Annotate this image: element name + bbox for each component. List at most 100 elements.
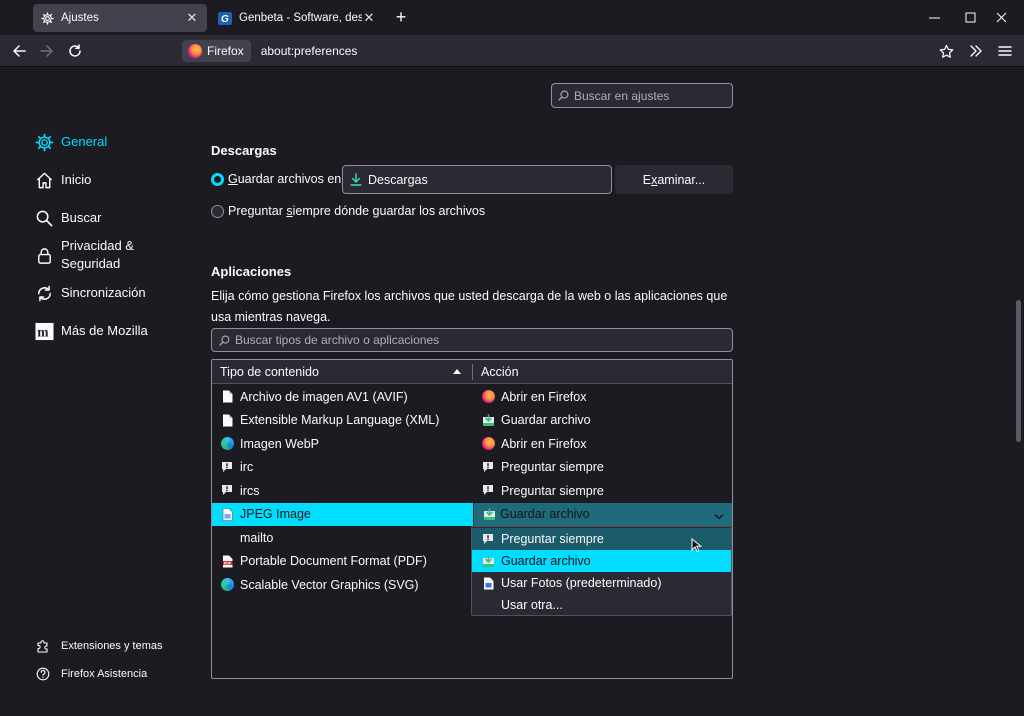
image-file-icon [220,507,234,521]
column-header-action[interactable]: Acción [481,360,519,384]
edge-icon [220,578,234,592]
browse-button[interactable]: Examinar... [615,165,733,194]
pdf-icon: PDF [220,554,234,568]
action-cell[interactable]: Preguntar siempre [481,479,731,503]
table-row[interactable]: Archivo de imagen AV1 (AVIF) Abrir en Fi… [212,385,732,409]
sidebar-item-buscar[interactable]: Buscar [34,208,101,228]
menu-item-use-other[interactable]: Usar otra... [472,594,731,616]
download-folder-field[interactable]: Descargas [342,165,612,194]
ask-icon [481,460,495,474]
minimize-button[interactable] [922,6,946,28]
action-label: Preguntar siempre [501,460,604,475]
svg-text:G: G [221,14,229,25]
close-icon[interactable]: ✕ [362,10,376,26]
content-type-cell: ircs [220,479,472,503]
preferences-content: Buscar en ajustes General Inicio Buscar … [0,68,1013,716]
table-row[interactable]: irc Preguntar siempre [212,456,732,480]
file-icon [220,390,234,404]
reload-button[interactable] [64,40,86,62]
table-row[interactable]: Extensible Markup Language (XML) Guardar… [212,409,732,433]
sidebar-item-mozilla[interactable]: m Más de Mozilla [34,321,148,341]
arrow-right-icon [40,45,53,57]
bookmark-star-button[interactable] [935,40,957,62]
blank-icon [481,598,495,612]
content-type-label: Archivo de imagen AV1 (AVIF) [240,389,408,404]
sidebar-item-general[interactable]: General [34,132,107,152]
table-row[interactable]: ircs Preguntar siempre [212,479,732,503]
overflow-menu-button[interactable] [965,40,987,62]
content-type-label: irc [240,460,254,475]
action-dropdown[interactable]: Guardar archivo [473,502,732,526]
search-icon [558,90,569,101]
content-type-cell: Scalable Vector Graphics (SVG) [220,573,472,597]
edge-icon [220,437,234,451]
url-text[interactable]: about:preferences [261,44,358,58]
sidebar-footer-extensions[interactable]: Extensiones y temas [36,639,163,653]
photos-icon [481,576,495,590]
menu-item-label: Preguntar siempre [501,532,604,546]
app-menu-button[interactable] [994,40,1016,62]
url-bar[interactable]: Firefox about:preferences [182,38,962,64]
scrollbar-thumb[interactable] [1016,300,1021,442]
sidebar-item-inicio[interactable]: Inicio [34,170,91,190]
save-files-radio[interactable] [211,172,224,186]
action-cell[interactable]: Abrir en Firefox [481,385,731,409]
navigation-toolbar: Firefox about:preferences [0,35,1024,67]
sidebar-item-label: Inicio [61,172,92,187]
sidebar-footer-support[interactable]: Firefox Asistencia [36,667,147,681]
downloads-heading: Descargas [211,143,277,158]
column-header-label: Acción [481,365,519,379]
sidebar-item-sincronizacion[interactable]: Sincronización [34,283,146,303]
close-window-button[interactable] [989,6,1013,28]
content-type-cell: JPEG Image [220,503,472,527]
tab-ajustes[interactable]: Ajustes ✕ [33,4,207,32]
page-scrollbar[interactable] [1013,68,1024,716]
search-settings-input[interactable]: Buscar en ajustes [551,83,733,108]
menu-item-label: Usar Fotos (predeterminado) [501,576,662,590]
table-row[interactable]: Imagen WebP Abrir en Firefox [212,432,732,456]
download-arrow-icon [350,173,362,186]
tab-genbeta[interactable]: G Genbeta - Software, descargas, ✕ [210,4,384,32]
always-ask-label: Preguntar siempre dónde guardar los arch… [228,204,485,218]
action-cell[interactable]: Abrir en Firefox [481,432,731,456]
action-cell[interactable]: Preguntar siempre [481,456,731,480]
action-cell[interactable]: Guardar archivo [481,409,731,433]
save-file-icon [482,508,496,522]
new-tab-button[interactable]: + [391,7,411,27]
search-settings-placeholder: Buscar en ajustes [574,88,670,103]
blank-icon [220,531,234,545]
content-type-cell: Archivo de imagen AV1 (AVIF) [220,385,472,409]
svg-text:m: m [37,324,48,339]
sidebar-item-privacidad[interactable]: Privacidad & Seguridad [34,236,134,273]
firefox-icon [188,44,202,58]
puzzle-icon [36,639,50,653]
table-row-selected[interactable]: JPEG Image Guardar archivo [212,502,732,527]
content-type-label: Portable Document Format (PDF) [240,554,427,569]
home-icon [34,170,54,190]
back-button[interactable] [8,40,30,62]
identity-box[interactable]: Firefox [182,40,251,62]
content-type-cell: mailto [220,526,472,550]
close-icon[interactable]: ✕ [185,10,199,26]
menu-item-label: Guardar archivo [501,554,591,568]
always-ask-radio[interactable] [211,204,224,218]
save-files-accesskey: G [228,172,238,186]
save-files-radio-row[interactable]: Guardar archivos en [211,172,341,186]
download-folder-name: Descargas [368,172,428,187]
forward-button[interactable] [36,40,58,62]
tab-strip: Ajustes ✕ G Genbeta - Software, descarga… [0,0,1024,35]
column-header-type[interactable]: Tipo de contenido [220,360,472,384]
mouse-cursor-icon [691,537,703,556]
content-type-label: Extensible Markup Language (XML) [240,413,440,428]
star-icon [939,44,953,58]
always-ask-radio-row[interactable]: Preguntar siempre dónde guardar los arch… [211,204,485,218]
filter-file-types-input[interactable]: Buscar tipos de archivo o aplicaciones [211,328,733,352]
maximize-button[interactable] [958,6,982,28]
menu-item-use-photos[interactable]: Usar Fotos (predeterminado) [472,572,731,594]
chevron-down-icon [714,510,724,524]
hamburger-icon [998,46,1012,56]
action-label: Guardar archivo [501,413,591,428]
table-header: Tipo de contenido Acción [212,360,732,384]
action-label: Guardar archivo [500,507,590,522]
save-file-icon [481,554,495,568]
